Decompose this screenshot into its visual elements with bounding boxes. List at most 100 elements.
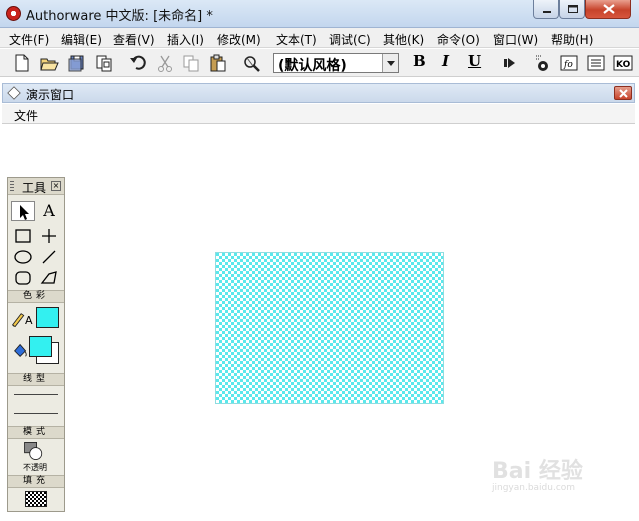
polygon-icon — [40, 271, 57, 284]
close-button[interactable] — [585, 0, 631, 19]
crosshair-icon — [42, 229, 56, 243]
menu-debug[interactable]: 调试(C) — [329, 31, 371, 48]
save-all-icon — [68, 55, 84, 72]
text-tool[interactable]: A — [37, 201, 61, 221]
mode-section-label: 模式 — [8, 426, 64, 439]
menu-help[interactable]: 帮助(H) — [551, 31, 593, 48]
rounded-rectangle-icon — [15, 271, 31, 285]
import-button[interactable] — [93, 52, 115, 74]
run-button[interactable] — [499, 52, 521, 74]
toolbar: (默认风格) B I U fo KO — [0, 49, 639, 77]
menu-insert[interactable]: 插入(I) — [167, 31, 204, 48]
presentation-window-icon — [7, 86, 21, 100]
undo-button[interactable] — [127, 52, 149, 74]
tool-palette-header[interactable]: 工具 × — [8, 178, 64, 195]
mode-value: 不透明 — [23, 463, 47, 472]
knowledge-objects-button[interactable]: KO — [612, 52, 634, 74]
presentation-menu-file[interactable]: 文件 — [14, 107, 38, 124]
line-color-swatch[interactable] — [36, 307, 59, 328]
fill-color-tool[interactable] — [9, 340, 29, 362]
cut-button[interactable] — [154, 52, 176, 74]
open-folder-icon — [40, 58, 59, 71]
save-all-button[interactable] — [66, 52, 88, 74]
rectangle-tool[interactable] — [11, 226, 35, 246]
ko-label: KO — [616, 60, 631, 70]
copy-button[interactable] — [180, 52, 202, 74]
presentation-window-title: 演示窗口 — [26, 88, 75, 102]
find-icon — [244, 56, 260, 72]
tool-palette: 工具 × A 色彩 A 线型 模式 不透明 填充 — [7, 177, 65, 512]
underline-button[interactable]: U — [468, 52, 481, 70]
find-button[interactable] — [241, 52, 263, 74]
line-text-color-tool[interactable] — [10, 308, 38, 330]
grip-icon[interactable] — [10, 181, 14, 192]
watermark-sub: jingyan.baidu.com — [492, 483, 576, 493]
control-panel-button[interactable] — [532, 52, 554, 74]
knowledge-objects-icon: KO — [613, 55, 633, 71]
straight-line-tool[interactable] — [37, 226, 61, 246]
new-file-icon — [15, 54, 29, 72]
fill-pattern-swatch[interactable] — [25, 491, 47, 507]
menu-bar: 文件(F) 编辑(E) 查看(V) 插入(I) 修改(M) 文本(T) 调试(C… — [0, 28, 639, 48]
text-style-value: (默认风格) — [278, 58, 347, 74]
paste-button[interactable] — [207, 52, 229, 74]
copy-icon — [183, 55, 199, 72]
opaque-mode-icon — [24, 442, 43, 460]
menu-view[interactable]: 查看(V) — [113, 31, 155, 48]
maximize-button[interactable] — [559, 0, 585, 19]
diagonal-line-tool[interactable] — [37, 247, 61, 267]
window-title: Authorware 中文版: [未命名] * — [26, 9, 213, 24]
menu-text[interactable]: 文本(T) — [276, 31, 317, 48]
watermark-main: Bai 经验 — [492, 459, 583, 484]
mode-tool[interactable] — [22, 441, 50, 463]
open-file-button[interactable] — [38, 52, 60, 74]
pointer-icon — [20, 205, 29, 220]
italic-button[interactable]: I — [442, 52, 449, 70]
line-style-thin[interactable] — [14, 394, 58, 395]
presentation-close-button[interactable] — [614, 86, 632, 100]
control-panel-icon — [536, 55, 548, 71]
undo-icon — [130, 55, 146, 70]
variables-icon — [587, 55, 605, 71]
menu-window[interactable]: 窗口(W) — [493, 31, 538, 48]
ellipse-tool[interactable] — [11, 247, 35, 267]
tool-palette-title: 工具 — [22, 181, 47, 195]
function-icon: fo — [560, 55, 578, 71]
close-icon — [603, 4, 615, 14]
chevron-down-icon[interactable] — [382, 54, 398, 72]
menu-other[interactable]: 其他(K) — [383, 31, 424, 48]
maximize-icon — [568, 5, 578, 13]
new-file-button[interactable] — [11, 52, 33, 74]
menu-modify[interactable]: 修改(M) — [217, 31, 261, 48]
line-style-section-label: 线型 — [8, 373, 64, 386]
menu-edit[interactable]: 编辑(E) — [61, 31, 102, 48]
minimize-button[interactable] — [533, 0, 559, 19]
function-window-button[interactable]: fo — [558, 52, 580, 74]
menu-file[interactable]: 文件(F) — [9, 31, 49, 48]
close-icon — [619, 89, 628, 98]
svg-text:fo: fo — [563, 60, 573, 70]
pointer-tool[interactable] — [11, 201, 35, 221]
bold-button[interactable]: B — [413, 52, 426, 70]
minimize-icon — [543, 11, 551, 13]
color-section-label: 色彩 — [8, 290, 64, 303]
text-style-select[interactable]: (默认风格) — [273, 53, 399, 74]
menu-command[interactable]: 命令(O) — [437, 31, 480, 48]
rounded-rectangle-tool[interactable] — [11, 268, 35, 288]
presentation-window-titlebar: 演示窗口 — [2, 83, 635, 103]
tool-palette-close[interactable]: × — [51, 181, 61, 191]
cut-icon — [158, 55, 172, 72]
run-icon — [504, 58, 515, 68]
drawn-rectangle[interactable] — [215, 252, 444, 404]
ellipse-icon — [14, 250, 32, 264]
text-color-label: A — [25, 314, 33, 327]
foreground-color-swatch[interactable] — [29, 336, 52, 357]
presentation-menu-bar: 文件 — [2, 104, 635, 124]
polygon-tool[interactable] — [37, 268, 61, 288]
baidu-watermark: Bai 经验 jingyan.baidu.com — [492, 449, 612, 499]
rectangle-icon — [15, 229, 31, 243]
variables-window-button[interactable] — [585, 52, 607, 74]
authorware-app-icon[interactable] — [6, 6, 21, 21]
diagonal-line-icon — [42, 250, 56, 264]
line-style-arrow[interactable] — [14, 413, 58, 414]
